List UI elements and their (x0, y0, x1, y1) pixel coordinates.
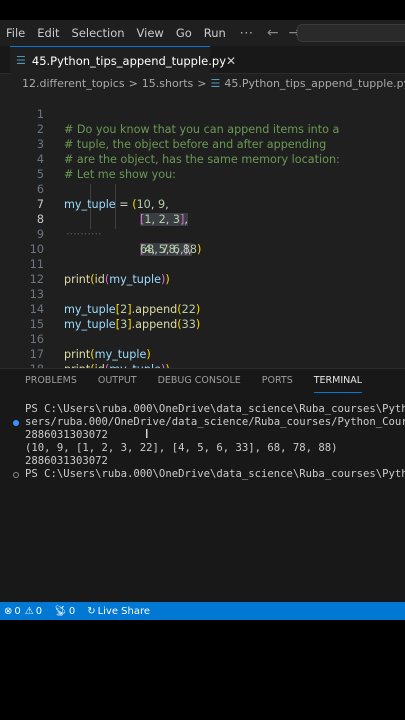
code-line: 5 (0, 152, 405, 181)
error-icon: ⊗ (4, 605, 13, 617)
tab-problems[interactable]: PROBLEMS (25, 369, 77, 393)
text-cursor-icon: I (145, 427, 149, 441)
breadcrumb-folder-1[interactable]: 12.different_topics (22, 77, 125, 90)
close-icon[interactable]: ✕ (226, 54, 236, 68)
breadcrumb-separator: > (197, 76, 207, 90)
ports-icon: 📡︎ (54, 605, 67, 617)
code-line: 14 my_tuple[3].append(33) (0, 287, 405, 331)
editor-tab-bar: ☰ 45.Python_tips_append_tupple.py ✕ (0, 46, 405, 74)
command-decoration-icon[interactable] (13, 420, 19, 426)
menu-selection[interactable]: Selection (66, 26, 131, 40)
panel-tabs: PROBLEMS OUTPUT DEBUG CONSOLE PORTS TERM… (0, 369, 405, 393)
tab-debug-console[interactable]: DEBUG CONSOLE (158, 369, 241, 393)
tab-filename: 45.Python_tips_append_tupple.py (31, 53, 227, 68)
warning-count: 0 (35, 605, 43, 617)
live-share-label: Live Share (97, 605, 151, 617)
code-line: 1 # Do you know that you can append item… (0, 92, 405, 136)
menu-bar: File Edit Selection View Go Run ··· ← → (0, 20, 405, 46)
terminal-line: sers/ruba.000/OneDrive/data_science/Ruba… (25, 416, 405, 428)
terminal-line: PS C:\Users\ruba.000\OneDrive\data_scien… (25, 403, 405, 415)
code-line: 12 (0, 257, 405, 286)
terminal-line: PS C:\Users\ruba.000\OneDrive\data_scien… (25, 468, 405, 480)
terminal-line: 2886031303072 (25, 429, 108, 441)
breadcrumb-file[interactable]: 45.Python_tips_append_tupple.py (224, 77, 405, 90)
bottom-panel: PROBLEMS OUTPUT DEBUG CONSOLE PORTS TERM… (0, 368, 405, 602)
terminal-line: 2886031303072 (25, 455, 108, 467)
code-line: 10 (0, 227, 405, 256)
code-line: 3 # are the object, has the same memory … (0, 122, 405, 166)
menu-more-icon[interactable]: ··· (232, 26, 262, 40)
live-share-button[interactable]: ↻ Live Share (87, 606, 152, 617)
code-line: 16 print(my_tuple) (0, 317, 405, 361)
ports-count: 0 (68, 605, 76, 617)
terminal[interactable]: PS C:\Users\ruba.000\OneDrive\data_scien… (0, 401, 405, 601)
problems-status[interactable]: ⊗ 0 ⚠ 0 (4, 606, 44, 617)
code-line: 7 [1, 2, 3], (0, 182, 405, 226)
command-center[interactable] (297, 24, 405, 42)
menu-edit[interactable]: Edit (31, 26, 65, 40)
code-line: 9 68, 78, 88) (0, 212, 405, 256)
code-line: 8 ·········· [4, 5, 6,], (0, 197, 405, 256)
tab-active-file[interactable]: ☰ 45.Python_tips_append_tupple.py ✕ (10, 46, 236, 74)
tab-ports[interactable]: PORTS (262, 369, 293, 393)
command-decoration-icon[interactable] (13, 472, 19, 478)
python-file-icon: ☰ (210, 76, 221, 90)
status-bar: ⊗ 0 ⚠ 0 📡︎ 0 ↻ Live Share (0, 602, 405, 620)
error-count: 0 (14, 605, 21, 617)
code-line: 4 # Let me show you: (0, 137, 405, 181)
tab-output[interactable]: OUTPUT (98, 369, 137, 393)
code-line: 2 # tuple, the object before and after a… (0, 107, 405, 151)
code-line: 13 my_tuple[2].append(22) (0, 272, 405, 316)
live-share-icon: ↻ (87, 605, 96, 617)
code-editor[interactable]: 1 # Do you know that you can append item… (0, 92, 405, 368)
python-file-icon: ☰ (16, 54, 26, 67)
code-line: 17 print(id(my_tuple)) (0, 332, 405, 368)
menu-view[interactable]: View (131, 26, 170, 40)
breadcrumb-separator: > (128, 76, 138, 90)
code-line: 15 (0, 302, 405, 331)
menu-run[interactable]: Run (198, 26, 232, 40)
menu-file[interactable]: File (0, 26, 31, 40)
code-line: 18 (0, 347, 405, 368)
breadcrumb: 12.different_topics > 15.shorts > ☰ 45.P… (0, 74, 405, 92)
breadcrumb-folder-2[interactable]: 15.shorts (142, 77, 194, 90)
code-line: 11 print(id(my_tuple)) (0, 242, 405, 286)
terminal-line: (10, 9, [1, 2, 3, 22], [4, 5, 6, 33], 68… (25, 442, 338, 454)
ports-status[interactable]: 📡︎ 0 (54, 606, 77, 617)
code-line: 6 my_tuple = (10, 9, (0, 167, 405, 211)
warning-icon: ⚠ (24, 605, 34, 617)
tab-terminal[interactable]: TERMINAL (313, 369, 363, 393)
back-arrow-icon[interactable]: ← (262, 25, 284, 41)
menu-go[interactable]: Go (170, 26, 198, 40)
